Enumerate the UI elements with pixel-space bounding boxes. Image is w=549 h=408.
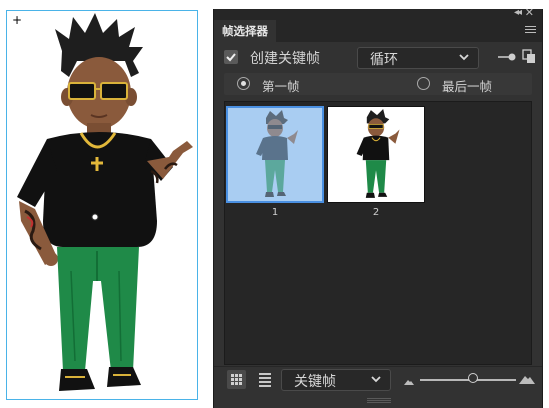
frame-item[interactable]: 1 <box>226 106 324 218</box>
frame-number: 1 <box>271 207 279 218</box>
panel-resize-grip[interactable] <box>367 398 391 404</box>
frame-thumbnail[interactable] <box>226 106 324 203</box>
grid-view-icon[interactable] <box>227 370 246 389</box>
panel-menu-icon[interactable] <box>525 26 536 35</box>
panel-title-strip: ◂◂ ✕ <box>214 7 542 20</box>
loop-dropdown[interactable]: 循环 <box>357 47 479 69</box>
list-view-icon[interactable] <box>259 373 271 389</box>
checkmark-icon <box>226 53 236 62</box>
large-mountain-icon[interactable] <box>519 375 535 384</box>
create-keyframe-checkbox[interactable] <box>224 50 238 64</box>
create-keyframe-label: 创建关键帧 <box>250 51 320 67</box>
frame-position-options: 第一帧 最后一帧 <box>224 73 532 95</box>
loop-dropdown-value: 循环 <box>370 52 398 68</box>
radio-last-frame[interactable] <box>417 77 430 90</box>
panel-footer: 关键帧 <box>214 366 542 393</box>
first-frame-label[interactable]: 第一帧 <box>262 76 300 95</box>
frame-number: 2 <box>372 207 380 218</box>
character-artwork <box>17 13 193 391</box>
chevron-down-icon <box>459 54 469 61</box>
frames-grid: 1 2 <box>224 101 532 365</box>
character-thumbnail <box>356 109 400 198</box>
frame-picker-panel: ◂◂ ✕ 帧选择器 创建关键帧 循环 第一帧 最后一帧 1 2 关键帧 <box>213 7 543 408</box>
small-mountain-icon[interactable] <box>404 379 414 385</box>
radio-first-frame[interactable] <box>237 77 250 90</box>
collapse-icon[interactable]: ◂◂ <box>514 7 522 19</box>
tab-frame-picker[interactable]: 帧选择器 <box>214 20 276 42</box>
keyframe-options-row: 创建关键帧 循环 <box>214 45 542 71</box>
stage-canvas[interactable]: + <box>6 10 198 400</box>
link-icon[interactable] <box>498 52 516 62</box>
last-frame-label[interactable]: 最后一帧 <box>442 76 492 95</box>
close-icon[interactable]: ✕ <box>525 7 534 19</box>
frame-item[interactable]: 2 <box>327 106 425 218</box>
copy-icon[interactable] <box>522 49 536 64</box>
frame-filter-dropdown[interactable]: 关键帧 <box>281 369 391 391</box>
chevron-down-icon <box>371 376 381 383</box>
frame-thumbnail[interactable] <box>327 106 425 203</box>
character-thumbnail <box>256 110 298 197</box>
thumbnail-size-slider-handle[interactable] <box>467 373 478 383</box>
frame-filter-value: 关键帧 <box>294 374 336 390</box>
panel-tab-bar: 帧选择器 <box>214 20 542 42</box>
